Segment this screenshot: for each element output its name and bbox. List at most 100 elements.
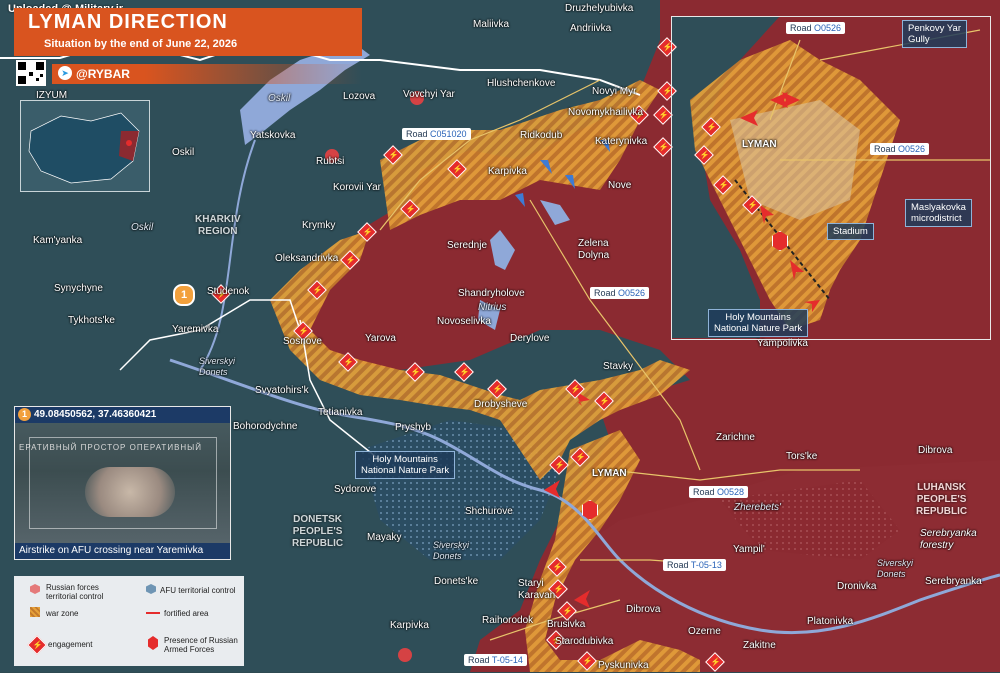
place-label: Yampil' — [733, 544, 765, 555]
place-label: Zakitne — [743, 640, 776, 651]
place-label: Andriivka — [570, 23, 612, 34]
telegram-icon: ➤ — [58, 66, 72, 80]
inset-city-label: LYMAN — [742, 139, 777, 150]
place-label: Karpivka — [488, 166, 527, 177]
place-label: Shandryholove — [458, 288, 525, 299]
lyman-inset[interactable]: Road O0526 Road O0526 Penkovy Yar Gully … — [671, 16, 991, 340]
place-label: Tetianivka — [318, 407, 363, 418]
place-label: Serednje — [447, 240, 488, 251]
legend-engagement-icon: ⚡ — [27, 635, 47, 655]
place-label: Serebryanka — [925, 576, 982, 587]
place-label: Pyskunivka — [598, 660, 649, 671]
place-label: Yaremivka — [172, 324, 219, 335]
presence-marker[interactable] — [772, 231, 788, 251]
legend-fort: fortified area — [164, 609, 209, 618]
place-label: Korovii Yar — [333, 182, 381, 193]
place-label: Oleksandrivka — [275, 253, 339, 264]
place-label: Bohorodychne — [233, 421, 298, 432]
place-label: Synychyne — [54, 283, 103, 294]
water-label: Zherebets' — [734, 502, 781, 513]
place-label: Sydorove — [334, 484, 377, 495]
qr-code-icon — [16, 60, 46, 86]
road-label: Road O0528 — [689, 486, 749, 498]
region-label-luhansk: LUHANSK PEOPLE'S REPUBLIC — [916, 482, 968, 517]
place-label: Oskil — [172, 147, 195, 158]
legend-war-swatch — [30, 607, 40, 617]
place-label: Starodubivka — [555, 636, 614, 647]
place-label: Tykhots'ke — [68, 315, 115, 326]
map-title: LYMAN DIRECTION — [28, 11, 228, 33]
inset-microdistrict-label: Maslyakovka microdistrict — [905, 199, 972, 227]
place-label: Shchurove — [465, 506, 513, 517]
place-label: Pryshyb — [395, 422, 432, 433]
photo-header: 1 49.08450562, 37.46360421 — [15, 407, 230, 423]
place-label: Mayaky — [367, 532, 402, 543]
place-label: Nove — [608, 180, 632, 191]
overview-minimap — [20, 100, 150, 192]
place-label: Krymky — [302, 220, 336, 231]
place-label: Ozerne — [688, 626, 721, 637]
inset-stadium-label: Stadium — [827, 223, 874, 240]
legend-presence: Presence of Russian Armed Forces — [164, 636, 238, 654]
place-label: Raihorodok — [482, 615, 534, 626]
place-label: Zelena Dolyna — [578, 238, 610, 261]
region-label-kharkiv: KHARKIV REGION — [195, 214, 241, 237]
title-banner: LYMAN DIRECTION Situation by the end of … — [14, 8, 362, 56]
place-label: Hlushchenkove — [487, 78, 556, 89]
water-label: Oskil — [131, 222, 154, 233]
airstrike-photo-panel[interactable]: 1 49.08450562, 37.46360421 ЕРАТИВНЫЙ ПРОС… — [14, 406, 231, 560]
place-label: Tors'ke — [786, 451, 818, 462]
place-label: Kam'yanka — [33, 235, 83, 246]
place-label: Dibrova — [626, 604, 661, 615]
map-subtitle: Situation by the end of June 22, 2026 — [44, 38, 238, 50]
legend-ru-swatch — [30, 584, 40, 594]
place-label: Karpivka — [390, 620, 429, 631]
place-label: Druzhelyubivka — [565, 3, 634, 14]
place-label: Sosnove — [283, 336, 322, 347]
water-label: Siverskyi Donets — [877, 558, 914, 579]
photo-coords: 49.08450562, 37.46360421 — [34, 409, 157, 420]
place-label: Derylove — [510, 333, 550, 344]
inset-park-label: Holy Mountains National Nature Park — [708, 309, 809, 337]
place-label: Drobysheve — [474, 399, 528, 410]
map-legend: Russian forces territorial control AFU t… — [14, 576, 244, 666]
place-label: LYMAN — [592, 468, 627, 479]
water-label: Oskil — [268, 93, 291, 104]
brand-handle: @RYBAR — [76, 67, 130, 81]
photo-image: ЕРАТИВНЫЙ ПРОСТОР ОПЕРАТИВНЫЙ — [15, 423, 230, 543]
place-label: Maliivka — [473, 19, 510, 30]
place-label: Zarichne — [716, 432, 755, 443]
water-label: Siverskyi Donets — [433, 540, 470, 561]
crosshair-icon — [29, 437, 217, 529]
road-label: Road T-05-14 — [464, 654, 527, 666]
place-label: Dronivka — [837, 581, 877, 592]
place-label: Novoselivka — [437, 316, 491, 327]
inset-road-label: Road O0526 — [786, 22, 846, 34]
place-label: Donets'ke — [434, 576, 479, 587]
place-label: Vovchyi Yar — [403, 89, 455, 100]
legend-presence-icon — [148, 636, 158, 650]
place-label: Novyi Myr — [592, 86, 637, 97]
place-label: Svyatohirs'k — [255, 385, 309, 396]
legend-afu-swatch — [146, 584, 156, 594]
place-label: Brusivka — [547, 619, 586, 630]
water-label: Nitrius — [478, 302, 507, 313]
place-label: Ridkodub — [520, 130, 563, 141]
place-label: Rubtsi — [316, 156, 345, 167]
marker-badge[interactable]: 1 — [173, 284, 195, 306]
legend-ru: Russian forces territorial control — [46, 583, 104, 601]
region-label-donetsk: DONETSK PEOPLE'S REPUBLIC — [292, 514, 344, 549]
place-label: Studenok — [207, 286, 250, 297]
place-label: Stavky — [603, 361, 634, 372]
road-label: Road O0526 — [590, 287, 650, 299]
place-label: Novomykhailivka — [568, 107, 644, 118]
water-label: Siverskyi Donets — [199, 356, 236, 377]
brand-bar: ➤ @RYBAR — [52, 64, 362, 84]
legend-eng: engagement — [48, 640, 93, 649]
inset-road-label: Road O0526 — [870, 143, 930, 155]
place-label: Katerynivka — [595, 136, 648, 147]
legend-afu: AFU territorial control — [160, 586, 236, 595]
legend-war: war zone — [46, 609, 79, 618]
place-label: Staryi Karavan — [518, 578, 556, 601]
inset-gully-label: Penkovy Yar Gully — [902, 20, 967, 48]
